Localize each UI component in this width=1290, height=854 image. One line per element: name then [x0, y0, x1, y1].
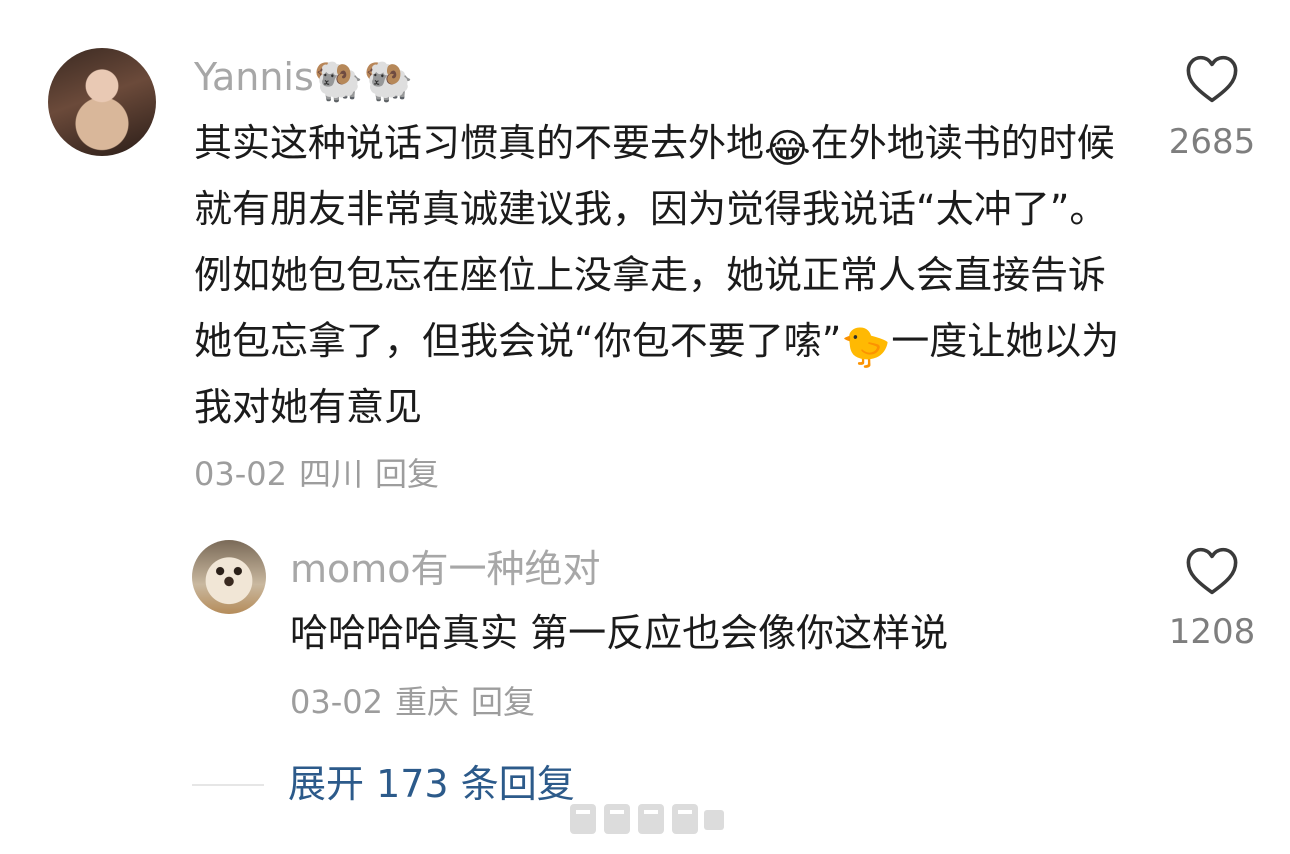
reply-like-button[interactable]: 1208: [1157, 546, 1267, 652]
expand-replies-link[interactable]: 展开 173 条回复: [288, 760, 575, 808]
comment-location: 四川: [298, 455, 363, 493]
watermark-logo: [570, 804, 724, 834]
comment-reply-button[interactable]: 回复: [375, 455, 439, 493]
reply-text: 哈哈哈哈真实 第一反应也会像你这样说: [290, 611, 949, 655]
reply-location: 重庆: [394, 683, 459, 721]
reply-meta: 03-02 重庆 回复: [290, 682, 547, 722]
commenter-username[interactable]: Yannis🐏🐏: [194, 54, 413, 101]
replier-avatar[interactable]: [192, 540, 266, 614]
replier-username[interactable]: momo有一种绝对: [290, 546, 601, 592]
comment-text: 其实这种说话习惯真的不要去外地😂在外地读书的时候就有朋友非常真诚建议我，因为觉得…: [194, 121, 1120, 429]
reply-reply-button[interactable]: 回复: [471, 683, 535, 721]
crying-laughing-emoji: 😂: [764, 126, 811, 172]
commenter-avatar[interactable]: [48, 48, 156, 156]
comment-meta: 03-02 四川 回复: [194, 454, 451, 494]
heart-icon: [1186, 547, 1238, 595]
comment-like-button[interactable]: 2685: [1157, 54, 1267, 162]
heart-icon: [1186, 55, 1238, 103]
reply-like-count: 1208: [1168, 612, 1256, 652]
chick-emoji: 🐤: [841, 324, 892, 370]
reply-date: 03-02: [290, 683, 383, 721]
comment-date: 03-02: [194, 455, 287, 493]
sheep-emoji: 🐏🐏: [313, 58, 414, 104]
expand-divider: [192, 784, 264, 786]
comment-like-count: 2685: [1168, 122, 1256, 162]
